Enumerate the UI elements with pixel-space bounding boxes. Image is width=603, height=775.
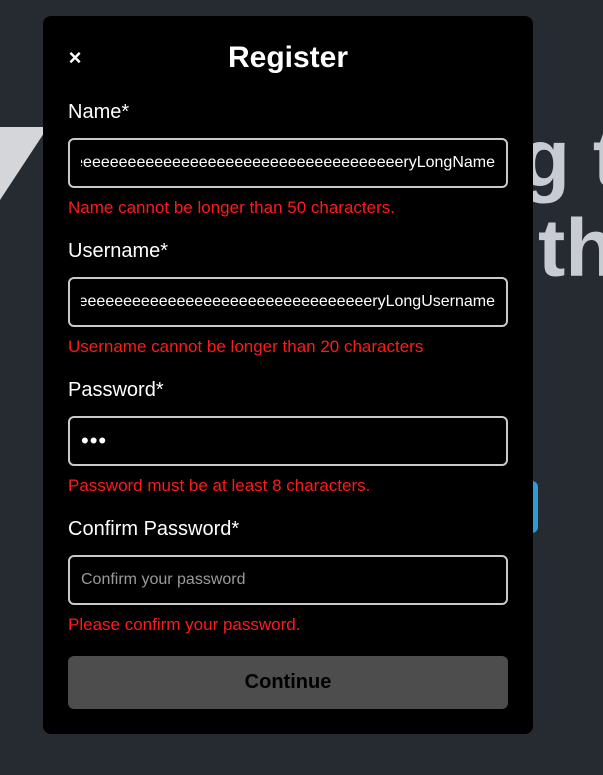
background-logo-shape — [0, 127, 48, 200]
confirm-password-input[interactable] — [68, 555, 508, 605]
background-heading-line-2: th — [538, 203, 603, 294]
username-error: Username cannot be longer than 20 charac… — [68, 337, 424, 356]
password-label: Password* — [68, 379, 164, 401]
name-label: Name* — [68, 101, 130, 123]
register-modal: × Register Name* Name cannot be longer t… — [43, 16, 533, 734]
username-input[interactable] — [68, 277, 508, 327]
name-input[interactable] — [68, 138, 508, 188]
confirm-password-error: Please confirm your password. — [68, 615, 301, 634]
confirm-password-label: Confirm Password* — [68, 518, 240, 540]
username-label: Username* — [68, 240, 169, 262]
password-input[interactable] — [68, 416, 508, 466]
name-error: Name cannot be longer than 50 characters… — [68, 198, 395, 217]
continue-button[interactable]: Continue — [68, 656, 508, 709]
modal-title: Register — [227, 41, 349, 74]
password-error: Password must be at least 8 characters. — [68, 476, 371, 495]
